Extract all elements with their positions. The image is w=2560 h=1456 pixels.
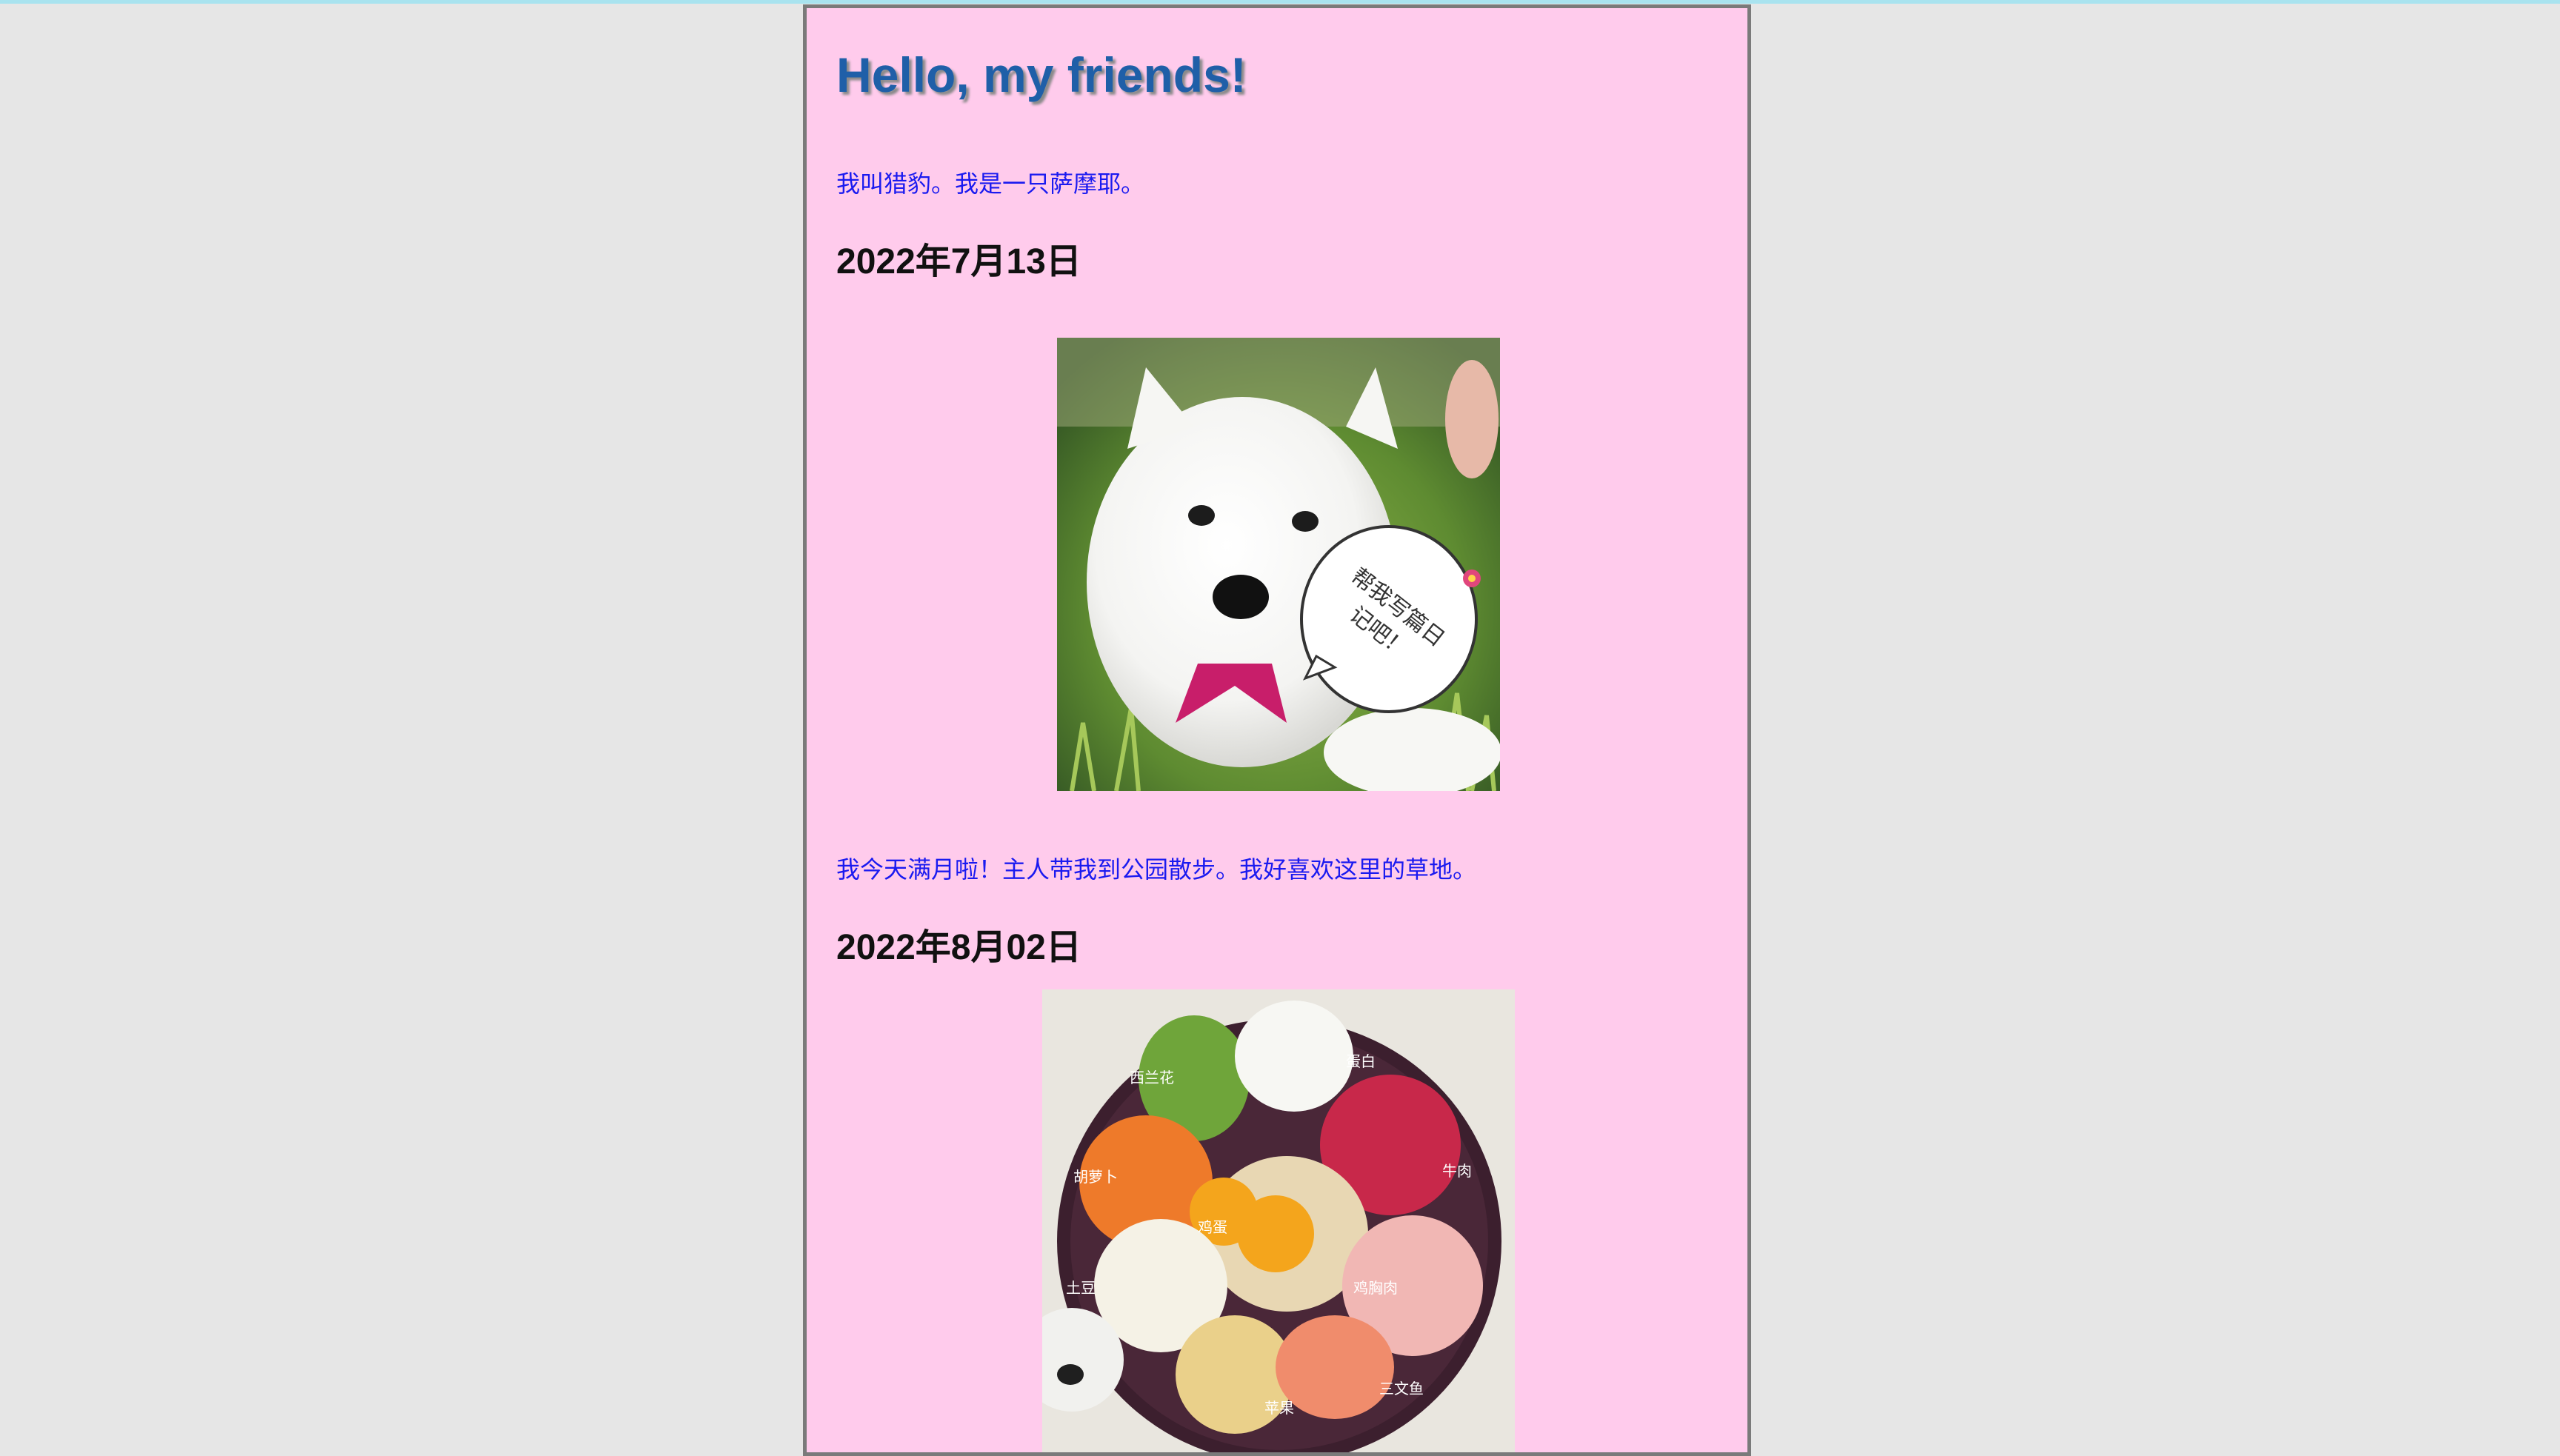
food-bowl-photo: 西兰花 蛋白 牛肉 胡萝卜 鸡蛋 鸡胸肉 土豆 苹果 三文鱼 [1042,989,1515,1452]
page-title: Hello, my friends! [836,47,1247,102]
svg-text:三文鱼: 三文鱼 [1379,1380,1424,1397]
entry-date: 2022年7月13日 [836,242,1081,281]
svg-text:蛋白: 蛋白 [1346,1052,1376,1070]
browser-top-edge [0,0,2560,4]
svg-text:鸡胸肉: 鸡胸肉 [1353,1279,1398,1297]
puppy-photo: 帮我写篇日 记吧！ [1057,338,1500,791]
entry-date: 2022年8月02日 [836,928,1081,967]
svg-text:胡萝卜: 胡萝卜 [1073,1168,1118,1186]
entry-caption: 我今天满月啦！主人带我到公园散步。我好喜欢这里的草地。 [836,855,1477,884]
svg-text:牛肉: 牛肉 [1442,1162,1472,1180]
svg-text:土豆: 土豆 [1066,1279,1096,1297]
intro-text: 我叫猎豹。我是一只萨摩耶。 [836,170,1145,198]
svg-text:苹果: 苹果 [1264,1399,1294,1417]
svg-text:鸡蛋: 鸡蛋 [1198,1218,1227,1236]
diary-page: Hello, my friends! 我叫猎豹。我是一只萨摩耶。 2022年7月… [803,4,1751,1456]
svg-text:西兰花: 西兰花 [1130,1069,1174,1086]
